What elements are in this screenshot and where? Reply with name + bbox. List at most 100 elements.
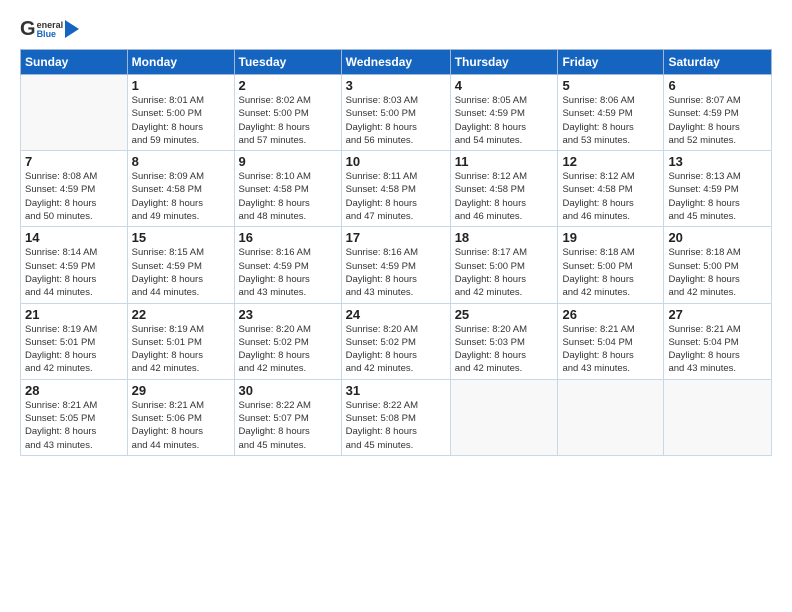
day-number: 27 bbox=[668, 307, 767, 322]
logo-line1: G eneral Blue bbox=[20, 18, 79, 41]
day-number: 5 bbox=[562, 78, 659, 93]
day-cell: 13Sunrise: 8:13 AM Sunset: 4:59 PM Dayli… bbox=[664, 151, 772, 227]
day-info: Sunrise: 8:08 AM Sunset: 4:59 PM Dayligh… bbox=[25, 170, 123, 223]
day-number: 24 bbox=[346, 307, 446, 322]
day-info: Sunrise: 8:11 AM Sunset: 4:58 PM Dayligh… bbox=[346, 170, 446, 223]
day-number: 21 bbox=[25, 307, 123, 322]
day-cell: 12Sunrise: 8:12 AM Sunset: 4:58 PM Dayli… bbox=[558, 151, 664, 227]
day-number: 17 bbox=[346, 230, 446, 245]
day-number: 8 bbox=[132, 154, 230, 169]
day-cell: 27Sunrise: 8:21 AM Sunset: 5:04 PM Dayli… bbox=[664, 303, 772, 379]
day-cell: 5Sunrise: 8:06 AM Sunset: 4:59 PM Daylig… bbox=[558, 75, 664, 151]
day-info: Sunrise: 8:01 AM Sunset: 5:00 PM Dayligh… bbox=[132, 94, 230, 147]
week-row-3: 14Sunrise: 8:14 AM Sunset: 4:59 PM Dayli… bbox=[21, 227, 772, 303]
day-cell: 3Sunrise: 8:03 AM Sunset: 5:00 PM Daylig… bbox=[341, 75, 450, 151]
day-number: 16 bbox=[239, 230, 337, 245]
day-number: 7 bbox=[25, 154, 123, 169]
day-number: 14 bbox=[25, 230, 123, 245]
day-cell bbox=[558, 379, 664, 455]
day-number: 1 bbox=[132, 78, 230, 93]
calendar-body: 1Sunrise: 8:01 AM Sunset: 5:00 PM Daylig… bbox=[21, 75, 772, 456]
day-cell: 31Sunrise: 8:22 AM Sunset: 5:08 PM Dayli… bbox=[341, 379, 450, 455]
day-cell: 6Sunrise: 8:07 AM Sunset: 4:59 PM Daylig… bbox=[664, 75, 772, 151]
day-info: Sunrise: 8:02 AM Sunset: 5:00 PM Dayligh… bbox=[239, 94, 337, 147]
day-info: Sunrise: 8:12 AM Sunset: 4:58 PM Dayligh… bbox=[562, 170, 659, 223]
day-number: 29 bbox=[132, 383, 230, 398]
day-cell: 1Sunrise: 8:01 AM Sunset: 5:00 PM Daylig… bbox=[127, 75, 234, 151]
day-number: 23 bbox=[239, 307, 337, 322]
day-info: Sunrise: 8:09 AM Sunset: 4:58 PM Dayligh… bbox=[132, 170, 230, 223]
day-cell: 24Sunrise: 8:20 AM Sunset: 5:02 PM Dayli… bbox=[341, 303, 450, 379]
day-number: 22 bbox=[132, 307, 230, 322]
day-cell: 17Sunrise: 8:16 AM Sunset: 4:59 PM Dayli… bbox=[341, 227, 450, 303]
day-info: Sunrise: 8:18 AM Sunset: 5:00 PM Dayligh… bbox=[668, 246, 767, 299]
day-number: 6 bbox=[668, 78, 767, 93]
day-number: 28 bbox=[25, 383, 123, 398]
day-info: Sunrise: 8:15 AM Sunset: 4:59 PM Dayligh… bbox=[132, 246, 230, 299]
day-number: 25 bbox=[455, 307, 554, 322]
day-info: Sunrise: 8:05 AM Sunset: 4:59 PM Dayligh… bbox=[455, 94, 554, 147]
header-cell-sunday: Sunday bbox=[21, 50, 128, 75]
header-row: SundayMondayTuesdayWednesdayThursdayFrid… bbox=[21, 50, 772, 75]
day-cell: 16Sunrise: 8:16 AM Sunset: 4:59 PM Dayli… bbox=[234, 227, 341, 303]
day-cell: 23Sunrise: 8:20 AM Sunset: 5:02 PM Dayli… bbox=[234, 303, 341, 379]
day-cell: 19Sunrise: 8:18 AM Sunset: 5:00 PM Dayli… bbox=[558, 227, 664, 303]
day-number: 11 bbox=[455, 154, 554, 169]
day-info: Sunrise: 8:16 AM Sunset: 4:59 PM Dayligh… bbox=[239, 246, 337, 299]
day-number: 18 bbox=[455, 230, 554, 245]
day-cell bbox=[450, 379, 558, 455]
day-cell: 14Sunrise: 8:14 AM Sunset: 4:59 PM Dayli… bbox=[21, 227, 128, 303]
day-info: Sunrise: 8:21 AM Sunset: 5:04 PM Dayligh… bbox=[668, 323, 767, 376]
day-number: 13 bbox=[668, 154, 767, 169]
day-number: 2 bbox=[239, 78, 337, 93]
week-row-1: 1Sunrise: 8:01 AM Sunset: 5:00 PM Daylig… bbox=[21, 75, 772, 151]
day-cell: 21Sunrise: 8:19 AM Sunset: 5:01 PM Dayli… bbox=[21, 303, 128, 379]
week-row-4: 21Sunrise: 8:19 AM Sunset: 5:01 PM Dayli… bbox=[21, 303, 772, 379]
day-info: Sunrise: 8:06 AM Sunset: 4:59 PM Dayligh… bbox=[562, 94, 659, 147]
day-info: Sunrise: 8:07 AM Sunset: 4:59 PM Dayligh… bbox=[668, 94, 767, 147]
week-row-2: 7Sunrise: 8:08 AM Sunset: 4:59 PM Daylig… bbox=[21, 151, 772, 227]
day-info: Sunrise: 8:22 AM Sunset: 5:08 PM Dayligh… bbox=[346, 399, 446, 452]
day-info: Sunrise: 8:19 AM Sunset: 5:01 PM Dayligh… bbox=[25, 323, 123, 376]
day-cell: 15Sunrise: 8:15 AM Sunset: 4:59 PM Dayli… bbox=[127, 227, 234, 303]
day-info: Sunrise: 8:16 AM Sunset: 4:59 PM Dayligh… bbox=[346, 246, 446, 299]
day-number: 26 bbox=[562, 307, 659, 322]
day-info: Sunrise: 8:14 AM Sunset: 4:59 PM Dayligh… bbox=[25, 246, 123, 299]
day-info: Sunrise: 8:21 AM Sunset: 5:04 PM Dayligh… bbox=[562, 323, 659, 376]
calendar-header: SundayMondayTuesdayWednesdayThursdayFrid… bbox=[21, 50, 772, 75]
day-number: 10 bbox=[346, 154, 446, 169]
day-cell: 4Sunrise: 8:05 AM Sunset: 4:59 PM Daylig… bbox=[450, 75, 558, 151]
header-cell-monday: Monday bbox=[127, 50, 234, 75]
header-cell-wednesday: Wednesday bbox=[341, 50, 450, 75]
day-number: 15 bbox=[132, 230, 230, 245]
day-cell: 20Sunrise: 8:18 AM Sunset: 5:00 PM Dayli… bbox=[664, 227, 772, 303]
page: G eneral Blue SundayMondayTuesdayWednesd… bbox=[0, 0, 792, 612]
header: G eneral Blue bbox=[20, 18, 772, 41]
day-number: 3 bbox=[346, 78, 446, 93]
day-number: 20 bbox=[668, 230, 767, 245]
day-info: Sunrise: 8:12 AM Sunset: 4:58 PM Dayligh… bbox=[455, 170, 554, 223]
week-row-5: 28Sunrise: 8:21 AM Sunset: 5:05 PM Dayli… bbox=[21, 379, 772, 455]
day-number: 30 bbox=[239, 383, 337, 398]
day-cell: 30Sunrise: 8:22 AM Sunset: 5:07 PM Dayli… bbox=[234, 379, 341, 455]
day-info: Sunrise: 8:21 AM Sunset: 5:06 PM Dayligh… bbox=[132, 399, 230, 452]
logo-arrow-icon bbox=[65, 20, 79, 38]
day-info: Sunrise: 8:19 AM Sunset: 5:01 PM Dayligh… bbox=[132, 323, 230, 376]
day-cell bbox=[664, 379, 772, 455]
day-cell: 2Sunrise: 8:02 AM Sunset: 5:00 PM Daylig… bbox=[234, 75, 341, 151]
day-cell bbox=[21, 75, 128, 151]
day-info: Sunrise: 8:22 AM Sunset: 5:07 PM Dayligh… bbox=[239, 399, 337, 452]
logo: G eneral Blue bbox=[20, 18, 79, 41]
day-info: Sunrise: 8:18 AM Sunset: 5:00 PM Dayligh… bbox=[562, 246, 659, 299]
day-number: 19 bbox=[562, 230, 659, 245]
day-number: 12 bbox=[562, 154, 659, 169]
day-number: 4 bbox=[455, 78, 554, 93]
day-cell: 7Sunrise: 8:08 AM Sunset: 4:59 PM Daylig… bbox=[21, 151, 128, 227]
day-cell: 25Sunrise: 8:20 AM Sunset: 5:03 PM Dayli… bbox=[450, 303, 558, 379]
day-number: 31 bbox=[346, 383, 446, 398]
day-info: Sunrise: 8:10 AM Sunset: 4:58 PM Dayligh… bbox=[239, 170, 337, 223]
day-info: Sunrise: 8:13 AM Sunset: 4:59 PM Dayligh… bbox=[668, 170, 767, 223]
header-cell-thursday: Thursday bbox=[450, 50, 558, 75]
day-cell: 11Sunrise: 8:12 AM Sunset: 4:58 PM Dayli… bbox=[450, 151, 558, 227]
day-cell: 22Sunrise: 8:19 AM Sunset: 5:01 PM Dayli… bbox=[127, 303, 234, 379]
